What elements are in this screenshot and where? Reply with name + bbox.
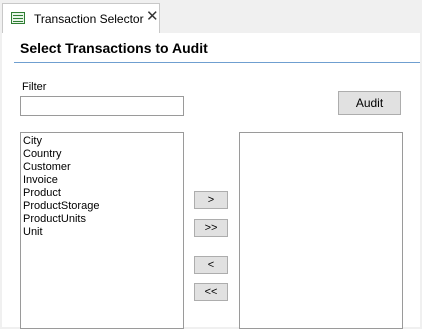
list-item[interactable]: City [21,135,183,148]
filter-label: Filter [22,81,47,93]
close-icon[interactable]: ✕ [146,9,159,25]
remove-all-button[interactable]: << [194,283,228,301]
list-item[interactable]: ProductStorage [21,200,183,213]
page-title: Select Transactions to Audit [20,40,208,56]
list-item[interactable]: Customer [21,161,183,174]
tab-title: Transaction Selector [34,12,144,26]
available-transactions-list[interactable]: City Country Customer Invoice Product Product… [20,132,184,329]
tab-strip: Transaction Selector ✕ [0,0,422,33]
main-panel: Select Transactions to Audit Filter Audi… [2,33,420,329]
list-item[interactable]: ProductUnits [21,213,183,226]
list-item[interactable]: Product [21,187,183,200]
audit-button[interactable]: Audit [338,91,401,115]
filter-input[interactable] [20,96,184,116]
table-icon [11,12,25,24]
list-item[interactable]: Country [21,148,183,161]
list-item[interactable]: Unit [21,226,183,239]
add-all-button[interactable]: >> [194,219,228,237]
add-selected-button[interactable]: > [194,191,228,209]
heading-divider [14,62,420,63]
list-item[interactable]: Invoice [21,174,183,187]
remove-selected-button[interactable]: < [194,256,228,274]
selected-transactions-list[interactable] [239,132,403,329]
tab-transaction-selector[interactable]: Transaction Selector ✕ [2,3,160,33]
